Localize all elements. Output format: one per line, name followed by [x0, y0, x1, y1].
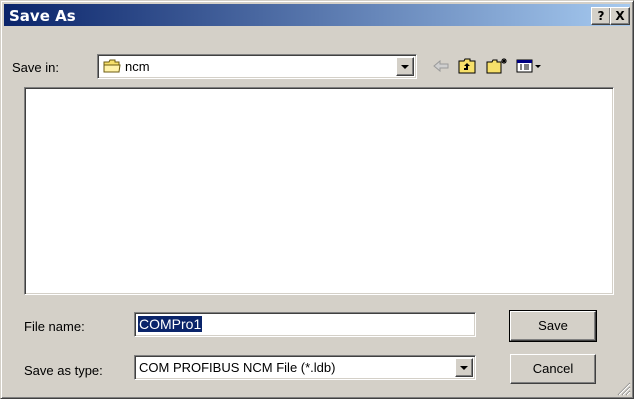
help-button[interactable]: ?: [591, 7, 611, 25]
cancel-button[interactable]: Cancel: [510, 354, 596, 384]
save-in-dropdown[interactable]: ncm: [97, 54, 417, 79]
up-one-level-icon[interactable]: [457, 57, 477, 75]
new-folder-icon[interactable]: [485, 57, 509, 75]
save-as-dialog: Save As ? X Save in: ncm File name: COMP…: [0, 0, 634, 399]
file-name-input[interactable]: COMPro1: [134, 312, 476, 337]
save-in-dropdown-button[interactable]: [396, 57, 414, 76]
close-button[interactable]: X: [610, 7, 630, 25]
save-in-value: ncm: [125, 59, 150, 74]
title-bar[interactable]: Save As ? X: [4, 4, 630, 26]
folder-icon: [103, 59, 121, 73]
save-as-type-dropdown-button[interactable]: [455, 358, 473, 377]
view-menu-icon[interactable]: [515, 57, 543, 75]
file-list[interactable]: [24, 87, 614, 295]
file-name-value: COMPro1: [138, 316, 203, 332]
back-arrow-icon[interactable]: [431, 57, 451, 75]
window-title: Save As: [9, 7, 76, 25]
save-button[interactable]: Save: [509, 310, 597, 342]
file-name-label: File name:: [24, 319, 85, 334]
save-as-type-label: Save as type:: [24, 363, 103, 378]
save-as-type-value: COM PROFIBUS NCM File (*.ldb): [139, 360, 336, 375]
resize-grip-icon[interactable]: [617, 382, 631, 396]
save-in-label: Save in:: [12, 60, 59, 75]
save-as-type-dropdown[interactable]: COM PROFIBUS NCM File (*.ldb): [134, 355, 476, 380]
